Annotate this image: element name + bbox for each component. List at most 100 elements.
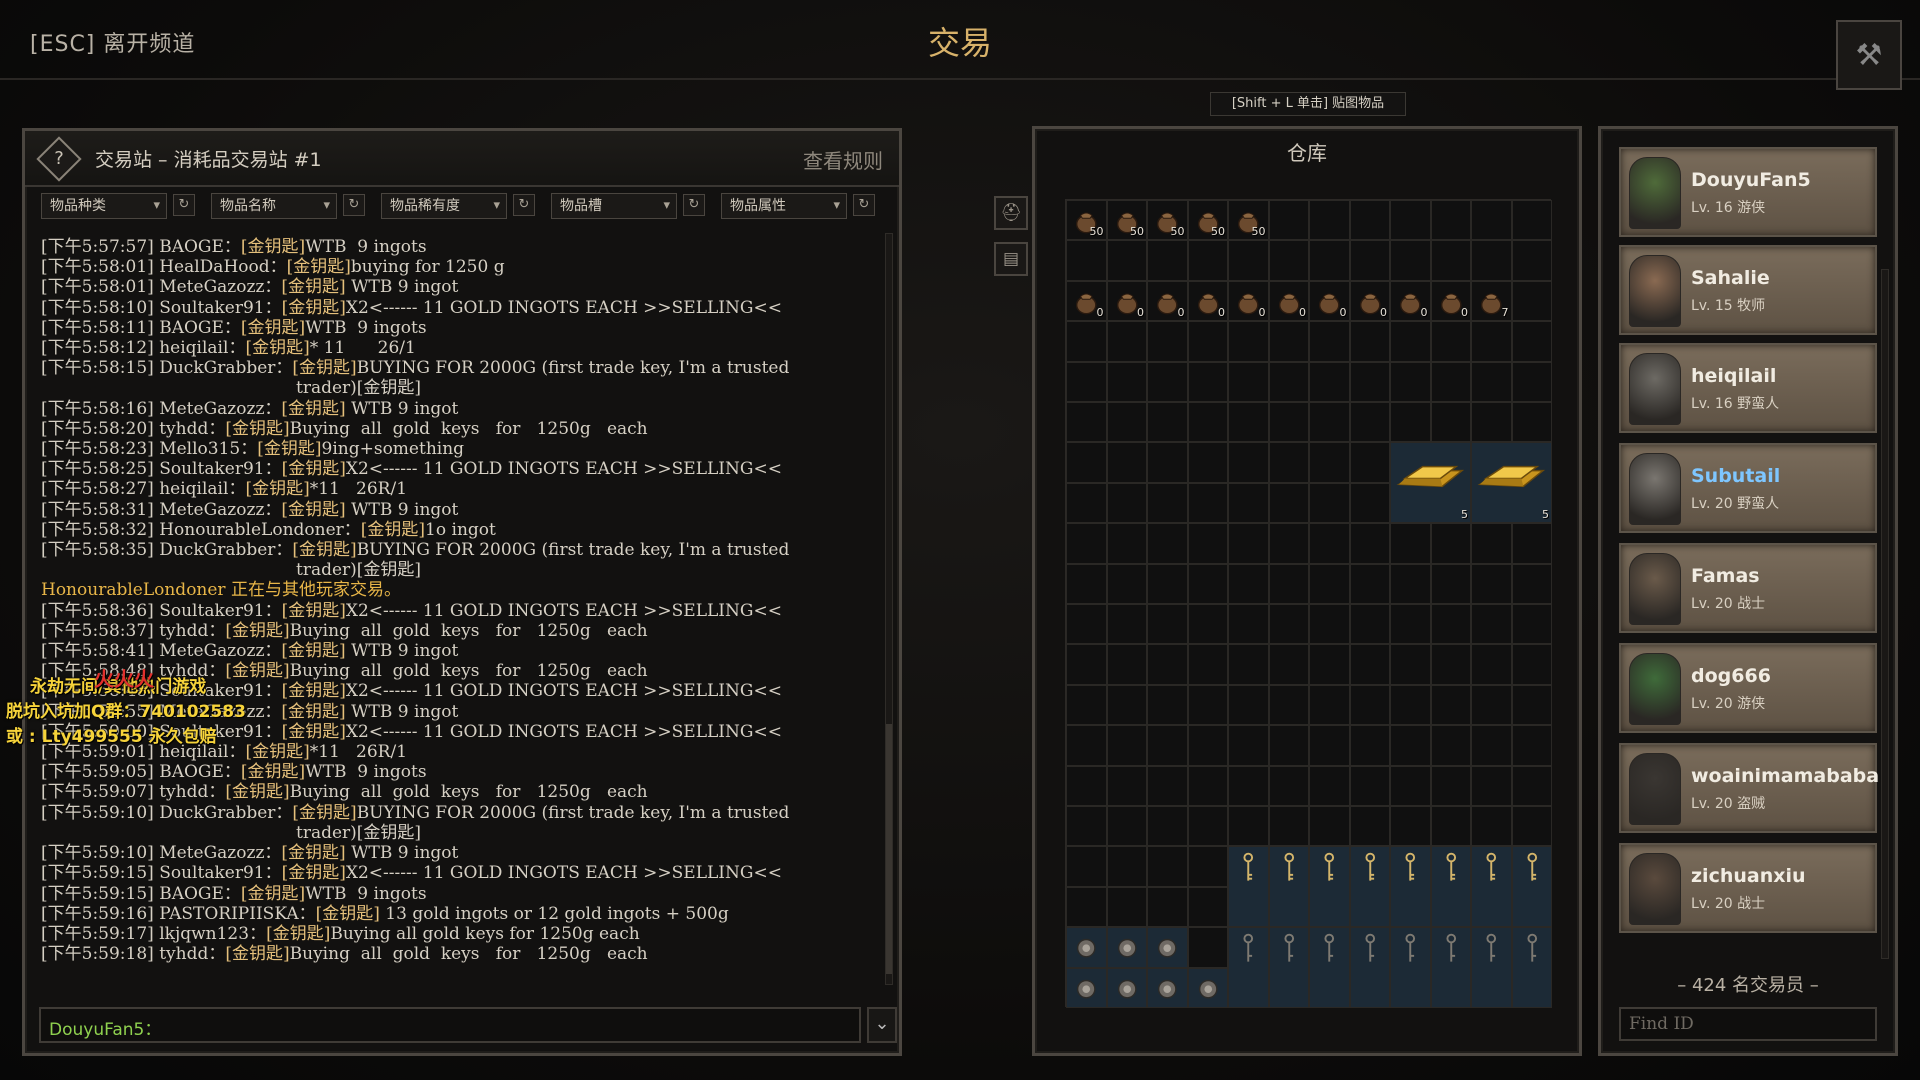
storage-slot[interactable] (1147, 482, 1188, 524)
storage-slot[interactable] (1106, 684, 1147, 726)
item-link[interactable]: [金钥匙] (292, 803, 356, 823)
storage-slot[interactable] (1268, 563, 1309, 604)
chat-sender[interactable]: DuckGrabber (159, 540, 275, 560)
storage-slot[interactable] (1268, 200, 1309, 241)
storage-slot[interactable] (1309, 806, 1350, 847)
item-link[interactable]: [金钥匙] (292, 540, 356, 560)
item-slot[interactable] (1066, 967, 1107, 1008)
storage-slot[interactable] (1511, 240, 1552, 281)
chat-sender[interactable]: DuckGrabber (159, 803, 275, 823)
storage-slot[interactable] (1430, 200, 1471, 241)
storage-slot[interactable] (1187, 482, 1228, 524)
storage-slot[interactable] (1309, 361, 1350, 402)
storage-slot[interactable] (1066, 563, 1107, 604)
storage-slot[interactable] (1228, 442, 1269, 483)
chat-sender[interactable]: Soultaker91 (159, 601, 264, 621)
storage-slot[interactable] (1511, 644, 1552, 685)
refresh-icon[interactable]: ↻ (343, 194, 365, 216)
item-slot[interactable]: 7 (1471, 280, 1512, 322)
storage-slot[interactable] (1268, 361, 1309, 402)
item-slot[interactable]: 0 (1187, 280, 1228, 322)
storage-slot[interactable] (1511, 523, 1552, 564)
trader-card[interactable]: dog666 Lv. 20 游侠 (1619, 643, 1877, 733)
storage-slot[interactable] (1309, 442, 1350, 483)
item-slot[interactable] (1390, 846, 1431, 928)
item-slot[interactable] (1228, 927, 1269, 1008)
item-slot[interactable] (1147, 927, 1188, 968)
item-slot[interactable] (1349, 927, 1390, 1008)
storage-slot[interactable] (1066, 725, 1107, 766)
item-link[interactable]: [金钥匙] (281, 641, 345, 661)
view-rules-button[interactable]: 查看规则 (803, 145, 883, 174)
item-slot[interactable]: 0 (1309, 280, 1350, 322)
storage-slot[interactable] (1066, 765, 1107, 806)
item-link[interactable]: [金钥匙] (282, 722, 346, 742)
storage-slot[interactable] (1349, 240, 1390, 281)
storage-slot[interactable] (1268, 482, 1309, 524)
storage-slot[interactable] (1390, 402, 1431, 443)
storage-slot[interactable] (1228, 765, 1269, 806)
item-link[interactable]: [金钥匙] (282, 601, 346, 621)
storage-slot[interactable] (1511, 806, 1552, 847)
storage-slot[interactable] (1187, 846, 1228, 887)
trader-card[interactable]: Famas Lv. 20 战士 (1619, 543, 1877, 633)
storage-slot[interactable] (1309, 402, 1350, 443)
storage-slot[interactable] (1309, 523, 1350, 564)
refresh-icon[interactable]: ↻ (683, 194, 705, 216)
storage-slot[interactable] (1147, 725, 1188, 766)
trader-card[interactable]: DouyuFan5 Lv. 16 游侠 (1619, 147, 1877, 237)
storage-slot[interactable] (1349, 725, 1390, 766)
storage-slot[interactable] (1268, 402, 1309, 443)
storage-slot[interactable] (1147, 765, 1188, 806)
trader-card[interactable]: heiqilail Lv. 16 野蛮人 (1619, 343, 1877, 433)
storage-slot[interactable] (1066, 442, 1107, 483)
storage-slot[interactable] (1066, 240, 1107, 281)
storage-slot[interactable] (1228, 240, 1269, 281)
storage-slot[interactable] (1430, 563, 1471, 604)
storage-slot[interactable] (1066, 644, 1107, 685)
storage-slot[interactable] (1268, 523, 1309, 564)
storage-slot[interactable] (1309, 240, 1350, 281)
storage-slot[interactable] (1268, 240, 1309, 281)
chat-sender[interactable]: DuckGrabber (159, 358, 275, 378)
storage-slot[interactable] (1471, 321, 1512, 362)
storage-slot[interactable] (1471, 806, 1512, 847)
storage-slot[interactable] (1228, 523, 1269, 564)
storage-slot[interactable] (1147, 442, 1188, 483)
item-slot[interactable] (1430, 846, 1471, 928)
storage-slot[interactable] (1349, 482, 1390, 524)
refresh-icon[interactable]: ↻ (173, 194, 195, 216)
storage-slot[interactable] (1066, 846, 1107, 887)
storage-slot[interactable] (1309, 765, 1350, 806)
chat-sender[interactable]: MeteGazozz (159, 277, 264, 297)
storage-slot[interactable] (1106, 644, 1147, 685)
chat-sender[interactable]: Mello315 (159, 439, 240, 459)
storage-slot[interactable] (1187, 240, 1228, 281)
storage-slot[interactable] (1106, 806, 1147, 847)
filter-item-attribute[interactable]: 物品属性 ▾ (721, 193, 847, 219)
storage-slot[interactable] (1430, 321, 1471, 362)
storage-slot[interactable] (1471, 200, 1512, 241)
storage-slot[interactable] (1268, 684, 1309, 726)
storage-slot[interactable] (1106, 321, 1147, 362)
storage-slot[interactable] (1349, 200, 1390, 241)
storage-slot[interactable] (1228, 806, 1269, 847)
item-link[interactable]: [金钥匙] (281, 277, 345, 297)
storage-slot[interactable] (1471, 402, 1512, 443)
storage-slot[interactable] (1147, 402, 1188, 443)
item-slot[interactable]: 5 (1471, 442, 1552, 524)
item-link[interactable]: [金钥匙] (241, 884, 305, 904)
chat-input[interactable]: DouyuFan5： (39, 1007, 861, 1043)
item-link[interactable]: [金钥匙] (241, 762, 305, 782)
storage-slot[interactable] (1187, 442, 1228, 483)
storage-slot[interactable] (1187, 927, 1228, 968)
storage-slot[interactable] (1430, 644, 1471, 685)
chat-sender[interactable]: lkjqwn123 (159, 924, 249, 944)
item-link[interactable]: [金钥匙] (225, 621, 289, 641)
storage-slot[interactable] (1147, 846, 1188, 887)
chat-sender[interactable]: tyhdd (159, 782, 208, 802)
item-link[interactable]: [金钥匙] (281, 500, 345, 520)
item-slot[interactable] (1106, 967, 1147, 1008)
storage-slot[interactable] (1106, 563, 1147, 604)
storage-slot[interactable] (1349, 402, 1390, 443)
